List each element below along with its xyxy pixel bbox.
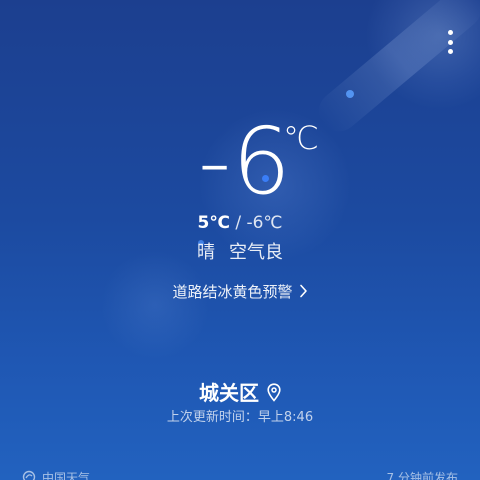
low-temp: -6℃ [246,213,283,233]
warning-text: 道路结冰黄色预警 [172,283,293,301]
temperature-range: 5℃ / -6℃ [0,212,480,234]
lens-flare-glow-small [100,250,210,360]
update-label: 上次更新时间： [166,410,258,425]
chevron-right-icon [299,282,308,304]
source-name: 中国天气 [42,471,91,480]
high-temp: 5℃ [197,213,230,233]
publish-time: 7 分钟前发布 [386,471,458,480]
current-temperature: -6 ℃ [0,112,480,212]
sky-condition: 晴 [197,242,215,263]
current-temp-value: -6 [198,108,292,215]
range-separator: / [235,213,242,233]
more-options-button[interactable] [440,28,460,56]
lens-flare-dot [346,90,354,98]
weather-warning-link[interactable]: 道路结冰黄色预警 [0,281,480,304]
china-weather-logo-icon [22,470,36,480]
location-name: 城关区 [199,381,259,405]
location-selector[interactable]: 城关区 [0,380,480,408]
weather-screen: -6 ℃ 5℃ / -6℃ 晴空气良 道路结冰黄色预警 城关区 上次更新时间：早… [0,0,480,480]
weather-condition: 晴空气良 [0,241,480,265]
temp-unit: ℃ [283,119,319,157]
update-time: 早上8:46 [257,410,314,425]
more-vertical-icon [447,30,453,35]
location-pin-icon [267,382,281,408]
data-source: 中国天气 [22,470,90,480]
last-update: 上次更新时间：早上8:46 [0,409,480,427]
air-quality: 空气良 [229,242,283,263]
